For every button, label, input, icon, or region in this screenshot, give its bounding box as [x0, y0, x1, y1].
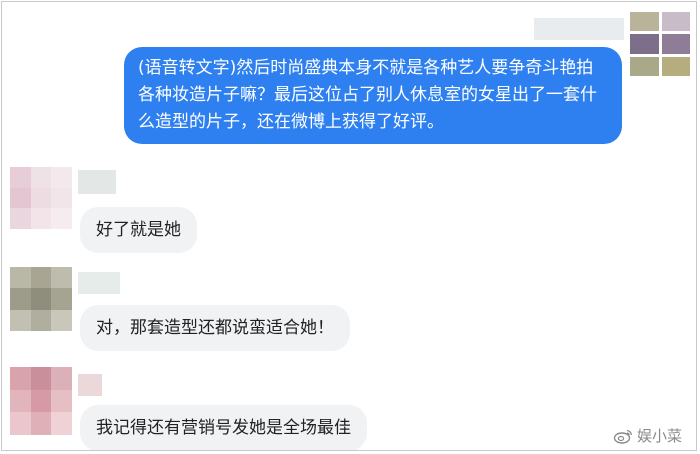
incoming-message-bubble[interactable]: 好了就是她: [80, 207, 197, 253]
watermark: 娱小菜: [613, 425, 682, 446]
contact-name-redacted: [78, 374, 102, 396]
contact-name-redacted: [78, 272, 120, 294]
sender-name-redacted: [534, 18, 624, 40]
sender-avatar[interactable]: [630, 12, 690, 76]
contact-avatar[interactable]: [10, 167, 72, 229]
outgoing-message-text: (语音转文字)然后时尚盛典本身不就是各种艺人要争奇斗艳拍各种妆造片子嘛？最后这位…: [138, 58, 597, 132]
contact-avatar[interactable]: [10, 267, 72, 331]
contact-avatar[interactable]: [10, 367, 72, 435]
incoming-message-text: 我记得还有营销号发她是全场最佳: [96, 418, 351, 438]
incoming-message-text: 好了就是她: [96, 220, 181, 240]
weibo-logo-icon: [613, 429, 633, 444]
watermark-text: 娱小菜: [636, 427, 682, 445]
incoming-message-bubble[interactable]: 我记得还有营销号发她是全场最佳: [80, 405, 367, 450]
contact-name-redacted: [78, 170, 116, 194]
chat-screenshot: (语音转文字)然后时尚盛典本身不就是各种艺人要争奇斗艳拍各种妆造片子嘛？最后这位…: [1, 1, 697, 451]
incoming-message-text: 对，那套造型还都说蛮适合她！: [96, 318, 334, 338]
incoming-message-bubble[interactable]: 对，那套造型还都说蛮适合她！: [80, 305, 350, 351]
outgoing-message-bubble[interactable]: (语音转文字)然后时尚盛典本身不就是各种艺人要争奇斗艳拍各种妆造片子嘛？最后这位…: [124, 47, 622, 144]
